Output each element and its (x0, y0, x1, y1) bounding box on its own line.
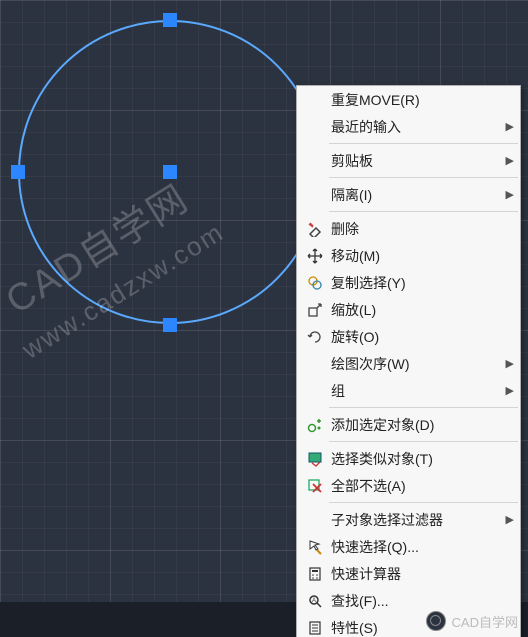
submenu-arrow-icon: ▶ (502, 513, 514, 526)
footer-label: CAD自学网 (452, 612, 518, 631)
menu-item-move[interactable]: 移动(M) (297, 242, 520, 269)
menu-item-label: 删除 (327, 219, 502, 239)
menu-item-erase[interactable]: 删除 (297, 215, 520, 242)
menu-item-draw-order[interactable]: 绘图次序(W)▶ (297, 350, 520, 377)
submenu-arrow-icon: ▶ (502, 384, 514, 397)
find-icon (303, 591, 327, 611)
qcalc-icon (303, 564, 327, 584)
menu-item-label: 快速计算器 (327, 564, 502, 584)
selection-grip[interactable] (11, 165, 25, 179)
submenu-arrow-icon: ▶ (502, 188, 514, 201)
menu-item-quick-calc[interactable]: 快速计算器 (297, 560, 520, 587)
menu-item-label: 子对象选择过滤器 (327, 510, 502, 530)
submenu-arrow-icon: ▶ (502, 154, 514, 167)
qselect-icon (303, 537, 327, 557)
add-sel-icon (303, 415, 327, 435)
menu-item-label: 添加选定对象(D) (327, 415, 502, 435)
menu-item-group[interactable]: 组▶ (297, 377, 520, 404)
context-menu[interactable]: 重复MOVE(R)最近的输入▶剪贴板▶隔离(I)▶删除移动(M)复制选择(Y)缩… (296, 85, 521, 637)
blank-icon (303, 90, 327, 110)
menu-item-isolate[interactable]: 隔离(I)▶ (297, 181, 520, 208)
footer-branding: CAD自学网 (426, 611, 518, 631)
menu-item-recent-input[interactable]: 最近的输入▶ (297, 113, 520, 140)
blank-icon (303, 381, 327, 401)
menu-item-label: 绘图次序(W) (327, 354, 502, 374)
menu-item-add-selected[interactable]: 添加选定对象(D) (297, 411, 520, 438)
menu-item-label: 选择类似对象(T) (327, 449, 502, 469)
props-icon (303, 618, 327, 637)
menu-item-subobj-filter[interactable]: 子对象选择过滤器▶ (297, 506, 520, 533)
menu-separator (329, 441, 518, 442)
menu-item-deselect-all[interactable]: 全部不选(A) (297, 472, 520, 499)
drawing-canvas[interactable]: CAD自学网 www.cadzxw.com 重复MOVE(R)最近的输入▶剪贴板… (0, 0, 528, 637)
menu-item-clipboard[interactable]: 剪贴板▶ (297, 147, 520, 174)
menu-item-label: 缩放(L) (327, 300, 502, 320)
blank-icon (303, 510, 327, 530)
blank-icon (303, 117, 327, 137)
erase-icon (303, 219, 327, 239)
menu-item-label: 组 (327, 381, 502, 401)
submenu-arrow-icon: ▶ (502, 120, 514, 133)
selection-grip[interactable] (163, 13, 177, 27)
copy-icon (303, 273, 327, 293)
sel-sim-icon (303, 449, 327, 469)
menu-item-rotate[interactable]: 旋转(O) (297, 323, 520, 350)
menu-item-repeat-move[interactable]: 重复MOVE(R) (297, 86, 520, 113)
selection-grip[interactable] (163, 318, 177, 332)
menu-item-label: 查找(F)... (327, 591, 502, 611)
menu-item-label: 旋转(O) (327, 327, 502, 347)
menu-item-label: 重复MOVE(R) (327, 90, 502, 110)
blank-icon (303, 185, 327, 205)
selection-grip[interactable] (163, 165, 177, 179)
menu-item-label: 隔离(I) (327, 185, 502, 205)
blank-icon (303, 151, 327, 171)
menu-separator (329, 502, 518, 503)
menu-item-scale[interactable]: 缩放(L) (297, 296, 520, 323)
menu-separator (329, 143, 518, 144)
menu-item-label: 快速选择(Q)... (327, 537, 502, 557)
menu-item-label: 剪贴板 (327, 151, 502, 171)
menu-item-select-similar[interactable]: 选择类似对象(T) (297, 445, 520, 472)
desel-all-icon (303, 476, 327, 496)
menu-item-label: 最近的输入 (327, 117, 502, 137)
menu-item-quick-select[interactable]: 快速选择(Q)... (297, 533, 520, 560)
wechat-icon (426, 611, 446, 631)
menu-item-copy-selection[interactable]: 复制选择(Y) (297, 269, 520, 296)
submenu-arrow-icon: ▶ (502, 357, 514, 370)
menu-item-label: 移动(M) (327, 246, 502, 266)
menu-item-find[interactable]: 查找(F)... (297, 587, 520, 614)
scale-icon (303, 300, 327, 320)
menu-item-label: 复制选择(Y) (327, 273, 502, 293)
menu-item-label: 全部不选(A) (327, 476, 502, 496)
blank-icon (303, 354, 327, 374)
rotate-icon (303, 327, 327, 347)
move-icon (303, 246, 327, 266)
menu-separator (329, 407, 518, 408)
menu-separator (329, 211, 518, 212)
menu-separator (329, 177, 518, 178)
